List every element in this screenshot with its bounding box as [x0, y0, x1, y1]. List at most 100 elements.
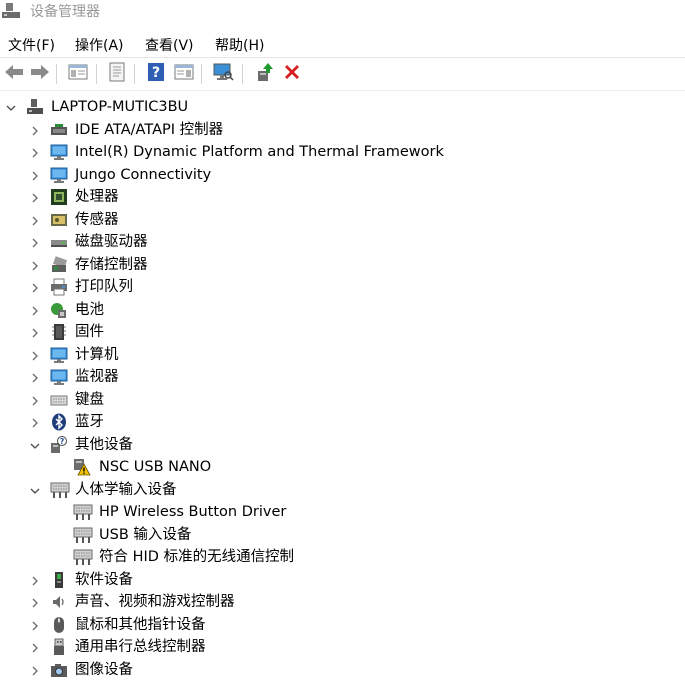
toolbar-separator	[201, 64, 202, 84]
chevron-right-icon[interactable]	[28, 573, 42, 587]
menu-action[interactable]: 操作(A)	[75, 35, 124, 55]
tree-item[interactable]: Jungo Connectivity	[0, 164, 685, 186]
tree-item-label: 软件设备	[75, 571, 133, 588]
chevron-right-icon[interactable]	[28, 325, 42, 339]
tree-item[interactable]: 打印队列	[0, 276, 685, 298]
tree-item-label: 鼠标和其他指针设备	[75, 616, 206, 633]
tree-item[interactable]: 传感器	[0, 209, 685, 231]
monitor-icon	[50, 166, 68, 184]
forward-button[interactable]	[28, 62, 52, 86]
chevron-right-icon[interactable]	[28, 393, 42, 407]
storage-controller-icon	[50, 255, 68, 274]
chevron-right-icon[interactable]	[28, 235, 42, 249]
chevron-right-icon[interactable]	[28, 370, 42, 384]
tree-item[interactable]: 固件	[0, 321, 685, 343]
menu-view[interactable]: 查看(V)	[145, 35, 194, 55]
chevron-right-icon[interactable]	[28, 303, 42, 317]
chevron-right-icon[interactable]	[28, 663, 42, 677]
chevron-right-icon[interactable]	[28, 415, 42, 429]
warning-device-icon	[73, 458, 91, 476]
sensor-icon	[50, 211, 68, 229]
tree-item[interactable]: 键盘	[0, 389, 685, 411]
menu-file[interactable]: 文件(F)	[8, 35, 55, 55]
printer-icon	[50, 278, 68, 296]
tree-item[interactable]: 符合 HID 标准的无线通信控制	[0, 546, 685, 568]
chevron-right-icon[interactable]	[28, 595, 42, 609]
device-manager-icon	[0, 2, 22, 20]
show-hide-console-tree-button[interactable]	[66, 62, 90, 86]
mouse-icon	[50, 616, 68, 634]
tree-item-label: Jungo Connectivity	[75, 166, 212, 183]
tree-root[interactable]: LAPTOP-MUTIC3BU	[0, 96, 685, 118]
tree-item[interactable]: 磁盘驱动器	[0, 231, 685, 253]
show-action-pane-button[interactable]	[172, 62, 196, 86]
tree-item-label: 声音、视频和游戏控制器	[75, 594, 235, 610]
processor-icon	[50, 188, 68, 206]
properties-button[interactable]	[105, 62, 129, 86]
sound-icon	[50, 593, 68, 611]
tree-item[interactable]: 存储控制器	[0, 254, 685, 276]
tree-item-label: Intel(R) Dynamic Platform and Thermal Fr…	[75, 144, 444, 160]
toolbar-separator	[56, 64, 57, 84]
chevron-right-icon[interactable]	[28, 145, 42, 159]
tree-item[interactable]: 软件设备	[0, 569, 685, 591]
update-driver-button[interactable]	[252, 62, 276, 86]
help-button[interactable]: ?	[144, 62, 168, 86]
svg-text:?: ?	[152, 65, 160, 81]
tree-item[interactable]: 人体学输入设备	[0, 479, 685, 501]
tree-item-label: IDE ATA/ATAPI 控制器	[75, 121, 224, 138]
keyboard-icon	[50, 391, 68, 409]
tree-item[interactable]: ? 其他设备	[0, 434, 685, 456]
tree-item[interactable]: IDE ATA/ATAPI 控制器	[0, 119, 685, 141]
tree-item[interactable]: 图像设备	[0, 659, 685, 681]
menu-help[interactable]: 帮助(H)	[215, 35, 264, 55]
chevron-right-icon[interactable]	[28, 640, 42, 654]
tree-item[interactable]: USB 输入设备	[0, 524, 685, 546]
tree-item[interactable]: 电池	[0, 299, 685, 321]
toolbar: ?	[0, 57, 685, 91]
tree-item[interactable]: 处理器	[0, 186, 685, 208]
help-icon: ?	[146, 62, 166, 86]
battery-icon	[50, 301, 68, 319]
chevron-right-icon[interactable]	[28, 280, 42, 294]
svg-text:?: ?	[60, 437, 64, 446]
tree-item[interactable]: HP Wireless Button Driver	[0, 501, 685, 523]
ide-controller-icon	[50, 121, 68, 139]
chevron-down-icon[interactable]	[28, 483, 42, 497]
uninstall-device-button[interactable]	[280, 62, 304, 86]
tree-item[interactable]: NSC USB NANO	[0, 456, 685, 478]
hid-icon	[50, 481, 70, 499]
tree-item[interactable]: 声音、视频和游戏控制器	[0, 591, 685, 613]
scan-hardware-icon	[211, 62, 235, 86]
tree-item[interactable]: 通用串行总线控制器	[0, 636, 685, 658]
chevron-right-icon[interactable]	[28, 618, 42, 632]
tree-item-label: 计算机	[75, 346, 119, 363]
chevron-down-icon[interactable]	[4, 100, 18, 114]
tree-item[interactable]: 鼠标和其他指针设备	[0, 614, 685, 636]
forward-arrow-icon	[29, 63, 51, 85]
tree-item-label: 键盘	[75, 391, 104, 408]
back-arrow-icon	[3, 63, 25, 85]
tree-item[interactable]: 计算机	[0, 344, 685, 366]
tree-item-label: 图像设备	[75, 661, 133, 678]
tree-item[interactable]: 监视器	[0, 366, 685, 388]
back-button[interactable]	[2, 62, 26, 86]
chevron-right-icon[interactable]	[28, 168, 42, 182]
scan-hardware-button[interactable]	[211, 62, 235, 86]
tree-item[interactable]: Intel(R) Dynamic Platform and Thermal Fr…	[0, 141, 685, 163]
tree-item[interactable]: 蓝牙	[0, 411, 685, 433]
tree-item-label: 传感器	[75, 211, 119, 228]
chevron-right-icon[interactable]	[28, 348, 42, 362]
chevron-right-icon[interactable]	[28, 190, 42, 204]
uninstall-x-icon	[282, 62, 302, 86]
title-bar: 设备管理器	[0, 0, 685, 26]
chevron-down-icon[interactable]	[28, 438, 42, 452]
chevron-right-icon[interactable]	[28, 123, 42, 137]
chevron-right-icon[interactable]	[28, 258, 42, 272]
action-pane-icon	[174, 63, 194, 85]
camera-icon	[50, 661, 68, 679]
tree-item-label: 打印队列	[75, 279, 133, 295]
unknown-device-icon: ?	[50, 435, 68, 454]
chevron-right-icon[interactable]	[28, 213, 42, 227]
toolbar-separator	[134, 64, 135, 84]
